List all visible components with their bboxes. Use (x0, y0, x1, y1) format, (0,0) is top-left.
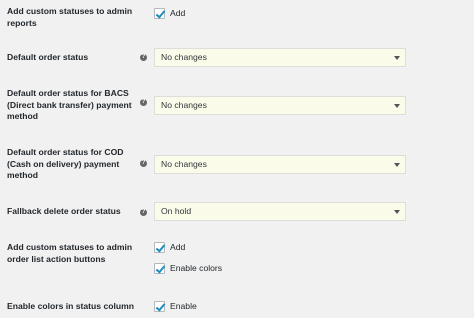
default-status-bacs-label: Default order status for BACS (Direct ba… (7, 88, 132, 121)
fallback-delete-label: Fallback delete order status (7, 206, 121, 216)
default-status-cod-label: Default order status for COD (Cash on de… (7, 147, 124, 180)
question-circle-icon[interactable]: ? (140, 54, 147, 61)
order-list-actions-label: Add custom statuses to admin order list … (7, 242, 133, 264)
check-icon (155, 242, 166, 253)
default-status-cod-value: No changes (161, 159, 207, 169)
chevron-down-icon (394, 104, 400, 108)
status-column-colors-checkbox-label[interactable]: Enable (170, 301, 197, 312)
chevron-down-icon (394, 210, 400, 214)
check-icon (155, 263, 166, 274)
fallback-delete-value: On hold (161, 206, 192, 216)
default-order-status-label: Default order status (7, 52, 89, 62)
check-icon (155, 301, 166, 312)
default-status-cod-select[interactable]: No changes (154, 155, 406, 174)
question-circle-icon[interactable]: ? (140, 99, 147, 106)
chevron-down-icon (394, 163, 400, 167)
default-order-status-value: No changes (161, 52, 207, 62)
order-list-colors-checkbox[interactable] (154, 263, 166, 274)
order-list-add-checkbox[interactable] (154, 242, 166, 253)
admin-reports-checkbox-label[interactable]: Add (170, 8, 185, 19)
default-order-status-select[interactable]: No changes (154, 48, 406, 67)
chevron-down-icon (394, 56, 400, 60)
question-circle-icon[interactable]: ? (140, 209, 147, 216)
fallback-delete-select[interactable]: On hold (154, 202, 406, 221)
status-column-colors-checkbox[interactable] (154, 301, 166, 312)
default-status-bacs-value: No changes (161, 100, 207, 110)
order-list-colors-label[interactable]: Enable colors (170, 263, 222, 274)
status-column-colors-label: Enable colors in status column (7, 301, 135, 311)
order-list-add-label[interactable]: Add (170, 242, 185, 253)
default-status-bacs-select[interactable]: No changes (154, 96, 406, 115)
question-circle-icon[interactable]: ? (140, 160, 147, 167)
admin-reports-checkbox[interactable] (154, 8, 166, 19)
check-icon (155, 8, 166, 19)
admin-reports-label: Add custom statuses to admin reports (7, 6, 133, 28)
